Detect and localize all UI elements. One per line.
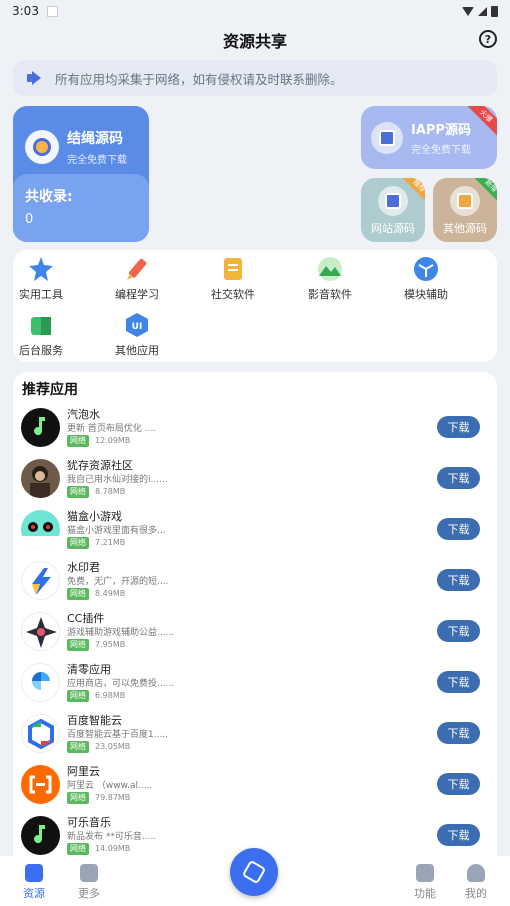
status-time: 3:03: [12, 4, 39, 18]
star-icon: [28, 256, 54, 282]
iapp-source-card[interactable]: IAPP源码 完全免费下载 火爆: [361, 106, 497, 169]
iapp-card-subtitle: 完全免费下载: [411, 145, 471, 156]
ui-icon: UI: [124, 312, 150, 338]
count-label: 共收录:: [25, 189, 73, 205]
avatar-photo-icon: [21, 459, 60, 498]
download-button[interactable]: 下载: [437, 416, 480, 438]
other-card-name: 其他源码: [443, 222, 487, 235]
recommended-section: 推荐应用 汽泡水 更新 首页布局优化 .... 网络 12.09MB 下载 犹存…: [13, 372, 497, 856]
grid-icon: [80, 864, 98, 882]
iapp-card-name: IAPP源码: [411, 123, 471, 138]
download-button[interactable]: 下载: [437, 671, 480, 693]
website-card-name: 网站源码: [371, 222, 415, 235]
category-module[interactable]: 模块辅助: [396, 256, 456, 302]
notification-icon: [46, 5, 58, 17]
iapp-icon: [371, 121, 403, 154]
download-button[interactable]: 下载: [437, 518, 480, 540]
notice-banner: 所有应用均采集于网络，如有侵权请及时联系删除。: [13, 60, 497, 96]
category-other[interactable]: UI 其他应用: [107, 312, 167, 358]
document-icon: [220, 256, 246, 282]
music-note-icon: [21, 408, 60, 447]
battery-icon: [491, 5, 498, 17]
list-item[interactable]: 清零应用 应用商店，可以免费投...... 网络 6.98MB 下载: [13, 659, 497, 710]
website-source-card[interactable]: 推荐 网站源码: [361, 178, 425, 242]
list-item[interactable]: CC插件 游戏辅助游戏辅助公益...... 网络 7.95MB 下载: [13, 608, 497, 659]
category-social[interactable]: 社交软件: [203, 256, 263, 302]
category-utility[interactable]: 实用工具: [11, 256, 71, 302]
user-icon: [467, 864, 485, 882]
list-item[interactable]: 犹存资源社区 我自己用水仙对接的i...... 网络 8.78MB 下载: [13, 455, 497, 506]
category-server[interactable]: 后台服务: [11, 312, 71, 358]
bag-icon: [25, 864, 43, 882]
list-item[interactable]: 水印君 免费，无广，开源的短.... 网络 8.49MB 下载: [13, 557, 497, 608]
server-icon: [28, 312, 54, 338]
center-cube-button[interactable]: [230, 848, 278, 896]
download-button[interactable]: 下载: [437, 620, 480, 642]
shuriken-icon: [21, 612, 60, 651]
watermark-logo-icon: [21, 561, 60, 600]
list-item[interactable]: 阿里云 阿里云 （www.al..... 网络 79.87MB 下载: [13, 761, 497, 812]
list-item[interactable]: 汽泡水 更新 首页布局优化 .... 网络 12.09MB 下载: [13, 404, 497, 455]
music-note-icon: [21, 816, 60, 855]
megaphone-icon: [27, 71, 43, 85]
pinwheel-icon: [21, 663, 60, 702]
main-card-name: 结绳源码: [67, 131, 123, 147]
count-value: 0: [25, 212, 34, 227]
status-bar: 3:03: [0, 0, 510, 22]
download-button[interactable]: 下载: [437, 824, 480, 846]
edit-icon: [450, 186, 480, 216]
count-panel: 共收录: 0: [13, 174, 149, 242]
download-button[interactable]: 下载: [437, 467, 480, 489]
cat-box-icon: [21, 510, 60, 549]
nav-resources[interactable]: 资源: [14, 864, 54, 901]
list-item[interactable]: 百度智能云 百度智能云基于百度1..... 网络 23.05MB 下载: [13, 710, 497, 761]
aliyun-logo-icon: [21, 765, 60, 804]
website-icon: [378, 186, 408, 216]
hexagon-logo-icon: [21, 714, 60, 753]
help-icon[interactable]: ?: [479, 30, 497, 48]
apps-icon: [416, 864, 434, 882]
cube-icon: [413, 256, 439, 282]
nav-features[interactable]: 功能: [405, 864, 445, 901]
page-title: 资源共享: [222, 32, 287, 51]
mountain-icon: [317, 256, 343, 282]
list-item[interactable]: 猫盒小游戏 猫盒小游戏里面有很多... 网络 7.21MB 下载: [13, 506, 497, 557]
category-grid: 实用工具 编程学习 社交软件 影音软件 模块辅助 后台服务 UI 其他应用: [13, 250, 497, 362]
download-button[interactable]: 下载: [437, 773, 480, 795]
svg-text:UI: UI: [132, 322, 143, 332]
nav-mine[interactable]: 我的: [456, 864, 496, 901]
pen-icon: [124, 256, 150, 282]
category-media[interactable]: 影音软件: [300, 256, 360, 302]
cube-icon: [241, 859, 267, 885]
notice-text: 所有应用均采集于网络，如有侵权请及时联系删除。: [55, 71, 343, 87]
wifi-icon: [462, 6, 474, 16]
download-button[interactable]: 下载: [437, 722, 480, 744]
download-button[interactable]: 下载: [437, 569, 480, 591]
main-source-card[interactable]: 结绳源码 完全免费下载 共收录: 0: [13, 106, 149, 242]
other-source-card[interactable]: 新增 其他源码: [433, 178, 497, 242]
source-logo-icon: [25, 130, 59, 164]
category-programming[interactable]: 编程学习: [107, 256, 167, 302]
title-bar: 资源共享 ?: [0, 22, 510, 58]
nav-more[interactable]: 更多: [69, 864, 109, 901]
main-card-subtitle: 完全免费下载: [67, 155, 127, 166]
section-title: 推荐应用: [22, 382, 78, 398]
signal-icon: [478, 6, 487, 16]
